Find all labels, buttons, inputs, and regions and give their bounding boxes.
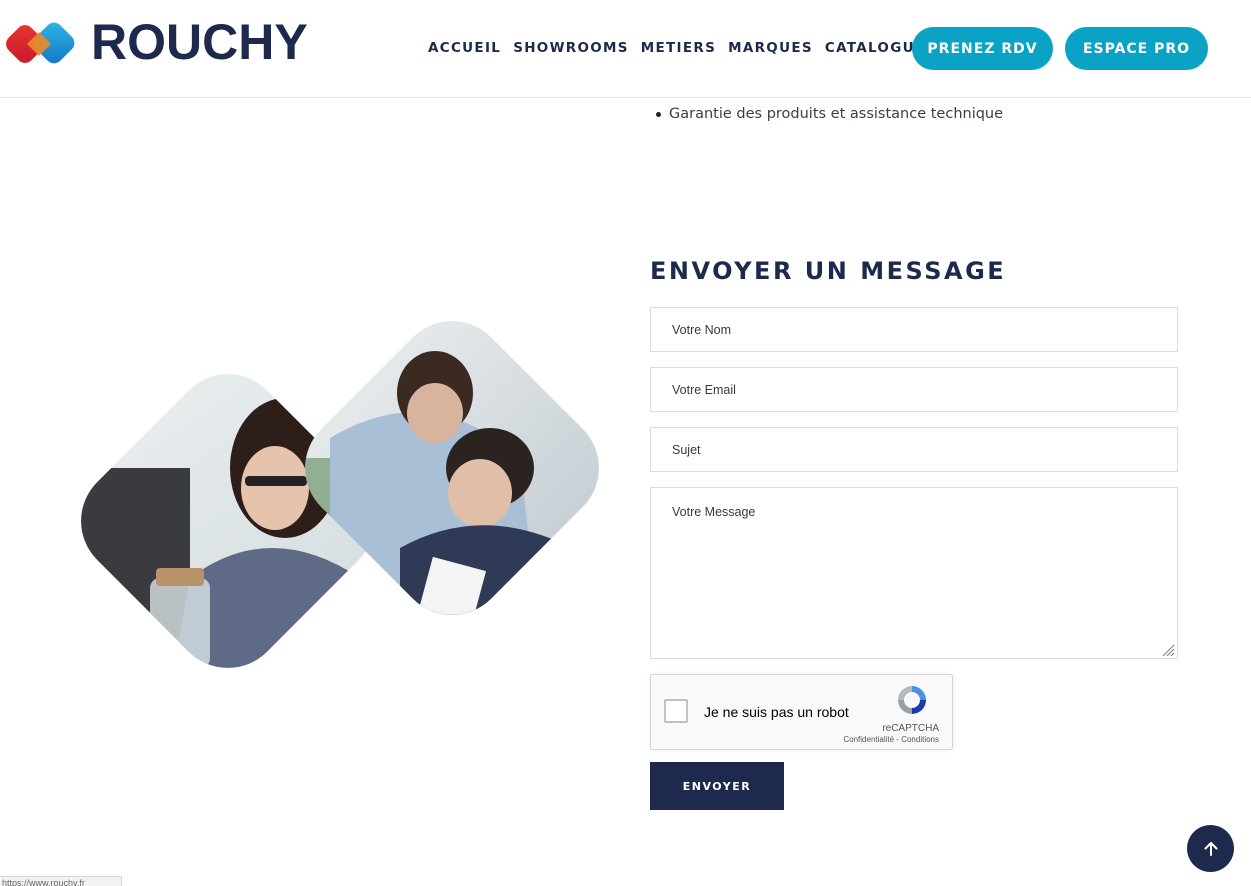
submit-button[interactable]: ENVOYER xyxy=(650,762,784,810)
logo[interactable]: ROUCHY xyxy=(3,16,308,70)
terms-link[interactable]: Conditions xyxy=(901,735,939,744)
nav-marques[interactable]: MARQUES xyxy=(728,40,813,56)
recaptcha-label: Je ne suis pas un robot xyxy=(704,704,849,720)
email-field[interactable] xyxy=(650,367,1178,412)
privacy-link[interactable]: Confidentialité xyxy=(843,735,894,744)
main-nav: ACCUEIL SHOWROOMS METIERS MARQUES CATALO… xyxy=(428,40,948,56)
bullet-icon xyxy=(656,111,661,117)
logo-text: ROUCHY xyxy=(91,14,308,70)
book-appointment-button[interactable]: PRENEZ RDV xyxy=(912,27,1053,70)
message-field[interactable] xyxy=(650,487,1178,659)
list-item: Garantie des produits et assistance tech… xyxy=(656,106,1003,122)
subject-field[interactable] xyxy=(650,427,1178,472)
nav-accueil[interactable]: ACCUEIL xyxy=(428,40,501,56)
recaptcha-links: Confidentialité - Conditions xyxy=(843,735,939,744)
team-photo xyxy=(70,318,615,688)
scroll-to-top-button[interactable] xyxy=(1187,825,1234,872)
logo-mark-icon xyxy=(6,22,75,64)
name-field[interactable] xyxy=(650,307,1178,352)
recaptcha-checkbox[interactable] xyxy=(664,699,688,723)
arrow-up-icon xyxy=(1204,841,1217,856)
recaptcha-widget: Je ne suis pas un robot reCAPTCHA Confid… xyxy=(650,674,953,750)
nav-metiers[interactable]: METIERS xyxy=(641,40,716,56)
status-bar-url: https://www.rouchy.fr xyxy=(0,876,122,886)
form-title: ENVOYER UN MESSAGE xyxy=(650,257,1007,285)
resize-handle-icon[interactable] xyxy=(1161,643,1175,657)
site-header: ROUCHY ACCUEIL SHOWROOMS METIERS MARQUES… xyxy=(0,0,1251,98)
recaptcha-brand: reCAPTCHA xyxy=(882,723,939,734)
nav-showrooms[interactable]: SHOWROOMS xyxy=(513,40,629,56)
list-item-text: Garantie des produits et assistance tech… xyxy=(669,106,1004,122)
recaptcha-logo-icon xyxy=(898,686,926,714)
pro-space-button[interactable]: ESPACE PRO xyxy=(1065,27,1208,70)
